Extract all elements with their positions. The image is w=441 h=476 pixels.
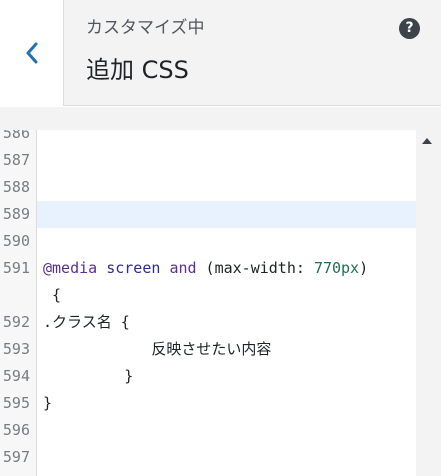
code-token: @media: [43, 259, 98, 277]
code-line: .クラス名 {: [43, 309, 130, 336]
line-number: [0, 282, 30, 309]
line-number: 595: [2, 394, 30, 412]
line-number: 590: [2, 232, 30, 250]
line-number: 596: [2, 421, 30, 439]
code-token: }: [43, 394, 53, 412]
css-code-editor[interactable]: [37, 130, 416, 476]
section-title: 追加 CSS: [86, 56, 189, 84]
line-number: 586: [2, 130, 30, 142]
code-line: }: [43, 363, 133, 390]
line-number: 597: [2, 448, 30, 466]
code-line: 反映させたい内容: [43, 336, 271, 363]
line-number: 594: [2, 367, 30, 385]
code-token: ): [359, 259, 369, 277]
line-number: 589: [2, 205, 30, 223]
line-number-gutter: 586 587 588 589 590 591 592 593 594 595 596 597: [0, 130, 37, 476]
code-token: and: [169, 259, 197, 277]
scroll-up-arrow-icon[interactable]: [422, 138, 432, 144]
code-token: {: [43, 286, 62, 304]
code-line: }: [43, 390, 52, 417]
chevron-left-icon: [25, 42, 39, 64]
code-token: 770px: [313, 259, 360, 277]
code-line: {: [43, 282, 61, 309]
line-number: 587: [2, 151, 30, 169]
line-number: 591: [2, 259, 30, 277]
help-icon: ?: [405, 20, 414, 36]
line-number: 593: [2, 340, 30, 358]
back-button[interactable]: [0, 0, 64, 106]
customizer-header: カスタマイズ中 追加 CSS ?: [0, 0, 441, 106]
editor-scrollbar[interactable]: [416, 130, 441, 476]
code-token: .クラス名 {: [43, 313, 130, 331]
code-token: }: [43, 367, 134, 385]
help-button[interactable]: ?: [399, 18, 420, 39]
code-line: @media screen and (max-width: 770px): [43, 255, 368, 282]
line-number: 592: [2, 313, 30, 331]
line-number: 588: [2, 178, 30, 196]
active-line-highlight: [37, 201, 416, 228]
code-token: screen: [106, 259, 161, 277]
code-token: 反映させたい内容: [43, 340, 272, 358]
customizing-label: カスタマイズ中: [86, 18, 205, 38]
code-token: (max-width:: [196, 259, 314, 277]
